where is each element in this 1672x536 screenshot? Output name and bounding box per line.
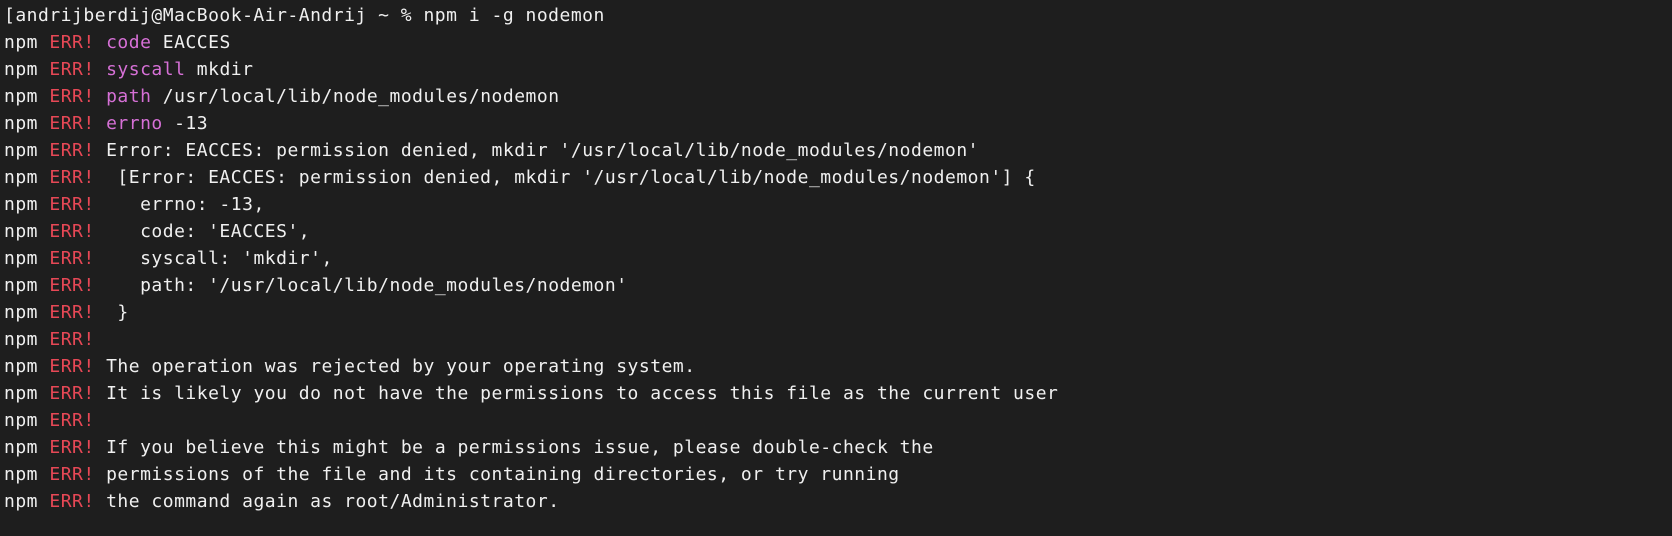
- err-label: ERR!: [49, 140, 94, 161]
- error-text: The operation was rejected by your opera…: [106, 356, 696, 377]
- error-text: code: 'EACCES',: [106, 221, 310, 242]
- error-text: syscall: 'mkdir',: [106, 248, 333, 269]
- err-label: ERR!: [49, 302, 94, 323]
- error-line: npm ERR! If you believe this might be a …: [4, 434, 1668, 461]
- err-label: ERR!: [49, 113, 94, 134]
- error-text: path: '/usr/local/lib/node_modules/nodem…: [106, 275, 628, 296]
- err-label: ERR!: [49, 275, 94, 296]
- error-line: npm ERR! [Error: EACCES: permission deni…: [4, 164, 1668, 191]
- error-text: It is likely you do not have the permiss…: [106, 383, 1058, 404]
- error-text: permissions of the file and its containi…: [106, 464, 900, 485]
- err-label: ERR!: [49, 167, 94, 188]
- npm-prefix: npm: [4, 410, 38, 431]
- npm-prefix: npm: [4, 356, 38, 377]
- error-line: npm ERR! the command again as root/Admin…: [4, 488, 1668, 515]
- error-line: npm ERR! syscall mkdir: [4, 56, 1668, 83]
- error-line: npm ERR! syscall: 'mkdir',: [4, 245, 1668, 272]
- terminal-output[interactable]: [andrijberdij@MacBook-Air-Andrij ~ % npm…: [4, 2, 1668, 515]
- error-text: errno: -13,: [106, 194, 265, 215]
- error-value: EACCES: [163, 32, 231, 53]
- err-label: ERR!: [49, 86, 94, 107]
- npm-prefix: npm: [4, 194, 38, 215]
- error-line: npm ERR! permissions of the file and its…: [4, 461, 1668, 488]
- error-key: code: [106, 32, 151, 53]
- error-key: syscall: [106, 59, 185, 80]
- err-label: ERR!: [49, 356, 94, 377]
- error-line: npm ERR! code: 'EACCES',: [4, 218, 1668, 245]
- error-text: [Error: EACCES: permission denied, mkdir…: [106, 167, 1036, 188]
- error-text: the command again as root/Administrator.: [106, 491, 559, 512]
- npm-prefix: npm: [4, 140, 38, 161]
- npm-prefix: npm: [4, 437, 38, 458]
- err-label: ERR!: [49, 194, 94, 215]
- err-label: ERR!: [49, 248, 94, 269]
- err-label: ERR!: [49, 221, 94, 242]
- error-value: -13: [174, 113, 208, 134]
- err-label: ERR!: [49, 464, 94, 485]
- error-key: path: [106, 86, 151, 107]
- npm-prefix: npm: [4, 248, 38, 269]
- error-line: npm ERR! Error: EACCES: permission denie…: [4, 137, 1668, 164]
- error-line: npm ERR! errno: -13,: [4, 191, 1668, 218]
- err-label: ERR!: [49, 329, 94, 350]
- npm-prefix: npm: [4, 113, 38, 134]
- error-key: errno: [106, 113, 163, 134]
- npm-prefix: npm: [4, 491, 38, 512]
- error-lines-container: npm ERR! code EACCESnpm ERR! syscall mkd…: [4, 29, 1668, 515]
- error-line: npm ERR! path /usr/local/lib/node_module…: [4, 83, 1668, 110]
- error-text: If you believe this might be a permissio…: [106, 437, 934, 458]
- error-value: mkdir: [197, 59, 254, 80]
- err-label: ERR!: [49, 410, 94, 431]
- prompt-line: [andrijberdij@MacBook-Air-Andrij ~ % npm…: [4, 2, 1668, 29]
- npm-prefix: npm: [4, 383, 38, 404]
- npm-prefix: npm: [4, 464, 38, 485]
- err-label: ERR!: [49, 59, 94, 80]
- error-line: npm ERR! }: [4, 299, 1668, 326]
- npm-prefix: npm: [4, 221, 38, 242]
- npm-prefix: npm: [4, 275, 38, 296]
- npm-prefix: npm: [4, 302, 38, 323]
- error-line: npm ERR! The operation was rejected by y…: [4, 353, 1668, 380]
- err-label: ERR!: [49, 383, 94, 404]
- npm-prefix: npm: [4, 86, 38, 107]
- error-line: npm ERR! code EACCES: [4, 29, 1668, 56]
- error-line: npm ERR! path: '/usr/local/lib/node_modu…: [4, 272, 1668, 299]
- npm-prefix: npm: [4, 32, 38, 53]
- npm-prefix: npm: [4, 329, 38, 350]
- error-line: npm ERR!: [4, 326, 1668, 353]
- error-line: npm ERR! It is likely you do not have th…: [4, 380, 1668, 407]
- err-label: ERR!: [49, 491, 94, 512]
- err-label: ERR!: [49, 32, 94, 53]
- err-label: ERR!: [49, 437, 94, 458]
- npm-prefix: npm: [4, 59, 38, 80]
- error-line: npm ERR! errno -13: [4, 110, 1668, 137]
- error-line: npm ERR!: [4, 407, 1668, 434]
- error-text: Error: EACCES: permission denied, mkdir …: [106, 140, 979, 161]
- error-value: /usr/local/lib/node_modules/nodemon: [163, 86, 560, 107]
- error-text: }: [106, 302, 129, 323]
- npm-prefix: npm: [4, 167, 38, 188]
